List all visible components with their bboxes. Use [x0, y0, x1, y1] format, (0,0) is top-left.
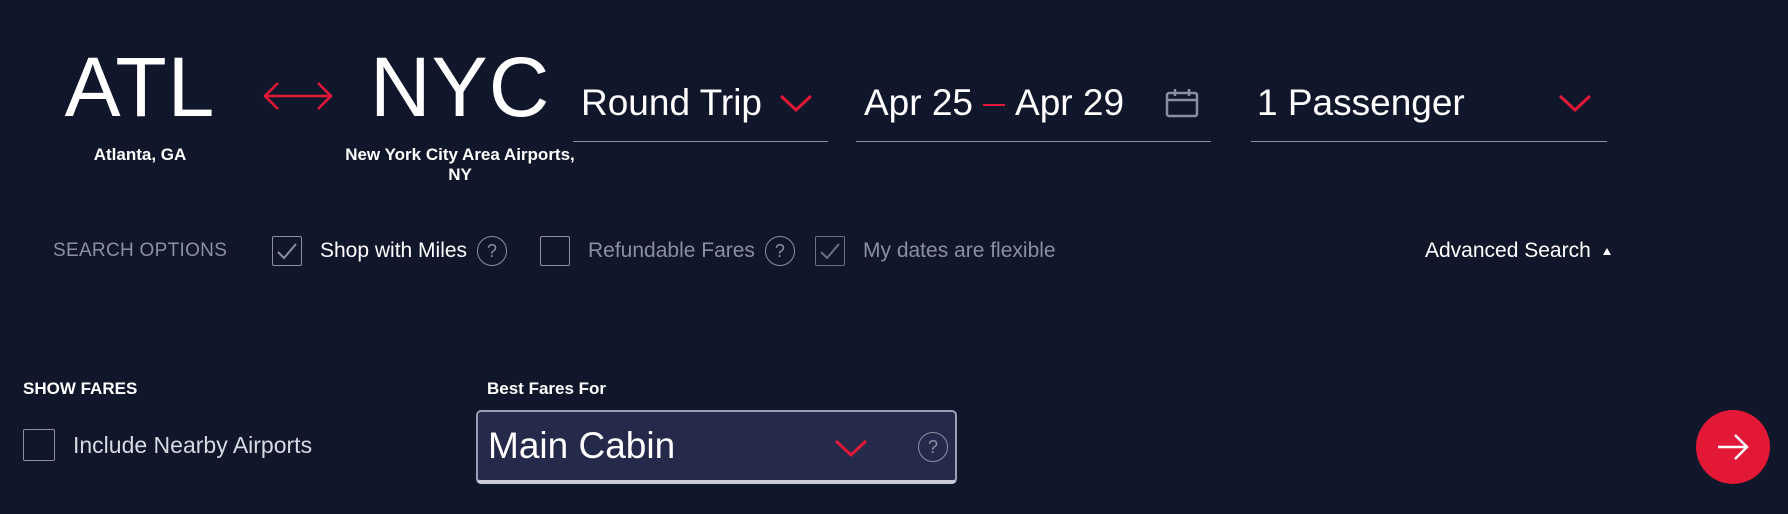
- caret-up-icon: [1602, 247, 1611, 255]
- trip-type-value: Round Trip: [581, 81, 762, 123]
- refundable-fares-option: Refundable Fares ?: [540, 235, 795, 267]
- cabin-class-value: Main Cabin: [488, 425, 676, 466]
- help-circle-icon[interactable]: ?: [477, 236, 508, 266]
- shop-with-miles-label[interactable]: Shop with Miles: [320, 239, 467, 263]
- trip-type-dropdown[interactable]: Round Trip: [573, 64, 828, 142]
- date-range-dash: [983, 103, 1006, 106]
- flexible-dates-label[interactable]: My dates are flexible: [863, 239, 1056, 263]
- nearby-airports-label[interactable]: Include Nearby Airports: [73, 432, 312, 459]
- flexible-dates-checkbox[interactable]: [815, 236, 845, 266]
- cabin-class-select[interactable]: Main Cabin ?: [476, 410, 957, 484]
- swap-arrows-icon[interactable]: [262, 76, 334, 116]
- passengers-dropdown[interactable]: 1 Passenger: [1251, 64, 1607, 142]
- passengers-value: 1 Passenger: [1257, 81, 1465, 123]
- advanced-search-toggle[interactable]: Advanced Search: [1425, 239, 1611, 263]
- search-options-label: SEARCH OPTIONS: [53, 240, 228, 261]
- submit-search-button[interactable]: [1696, 410, 1770, 484]
- shop-with-miles-checkbox[interactable]: [272, 236, 302, 266]
- travel-dates-field[interactable]: Apr 25 Apr 29: [856, 64, 1211, 142]
- checkmark-icon: [277, 243, 297, 260]
- refundable-fares-label[interactable]: Refundable Fares: [588, 239, 755, 263]
- checkmark-icon: [820, 243, 840, 260]
- chevron-down-icon: [834, 439, 868, 458]
- chevron-down-icon: [1558, 94, 1592, 112]
- travel-dates-value: Apr 25 Apr 29: [864, 82, 1124, 124]
- advanced-search-label: Advanced Search: [1425, 239, 1591, 262]
- best-fares-for-label: Best Fares For: [487, 379, 607, 398]
- destination-airport-name: New York City Area Airports, NY: [345, 145, 575, 184]
- show-fares-heading: SHOW FARES: [23, 379, 138, 398]
- refundable-fares-checkbox[interactable]: [540, 236, 570, 266]
- chevron-down-icon: [779, 94, 813, 112]
- origin-airport-code[interactable]: ATL: [60, 45, 220, 129]
- shop-with-miles-option: Shop with Miles ?: [272, 235, 508, 267]
- help-circle-icon[interactable]: ?: [918, 432, 948, 462]
- depart-date: Apr 25: [864, 81, 974, 123]
- calendar-icon[interactable]: [1165, 88, 1199, 118]
- nearby-airports-option: Include Nearby Airports: [23, 429, 312, 461]
- help-circle-icon[interactable]: ?: [764, 236, 795, 266]
- nearby-airports-checkbox[interactable]: [23, 429, 55, 461]
- flexible-dates-option: My dates are flexible: [815, 235, 1056, 267]
- origin-airport-name: Atlanta, GA: [93, 145, 187, 164]
- arrow-right-icon: [1718, 434, 1749, 460]
- destination-airport-code[interactable]: NYC: [370, 45, 550, 129]
- return-date: Apr 29: [1015, 81, 1125, 123]
